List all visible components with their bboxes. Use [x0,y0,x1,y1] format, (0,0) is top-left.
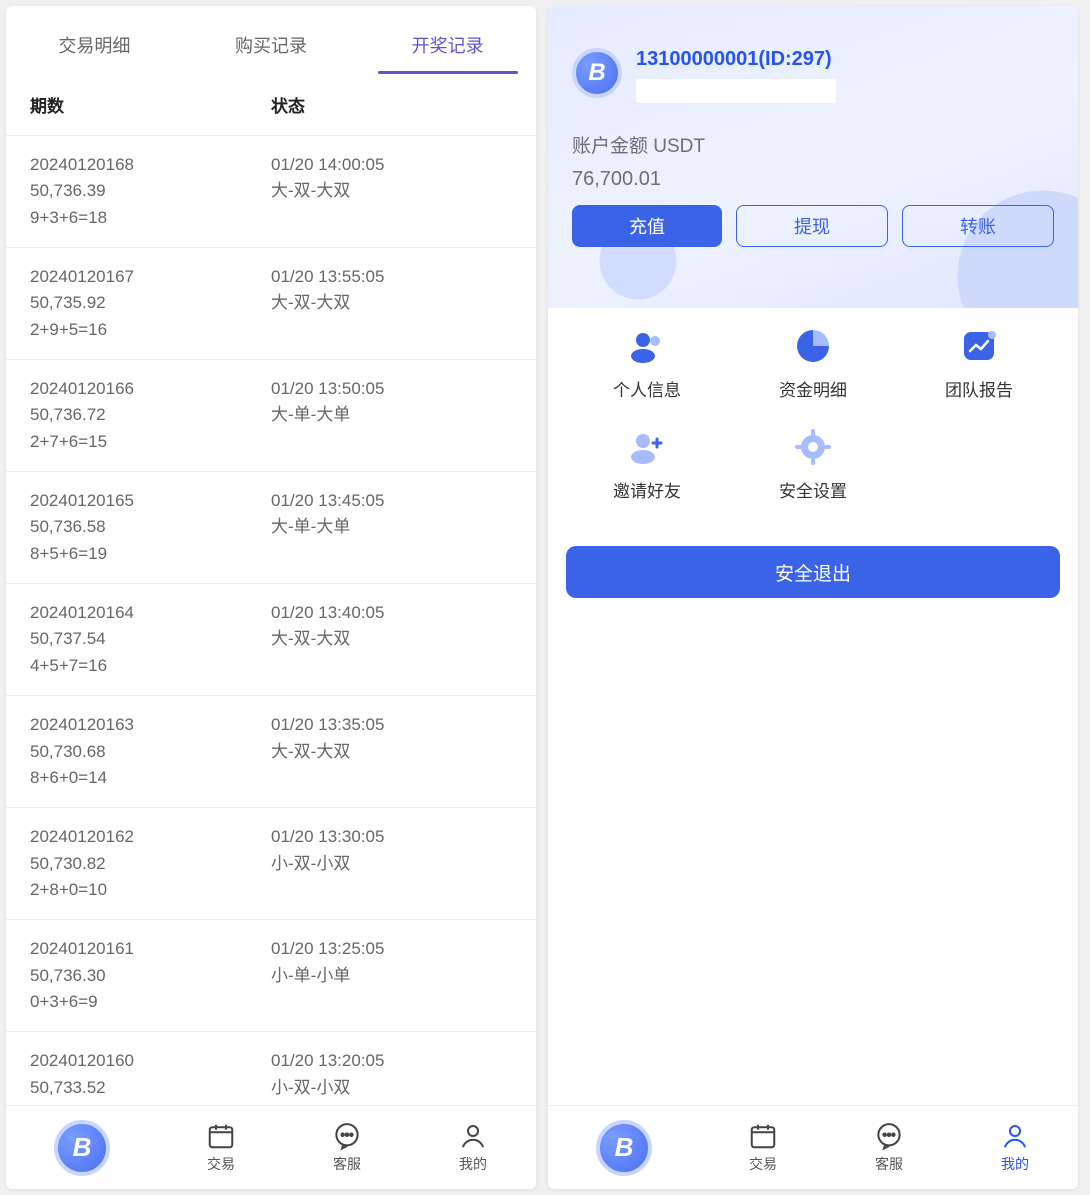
record-row[interactable]: 2024012016850,736.399+3+6=1801/20 14:00:… [6,136,536,248]
record-period: 2024012016750,735.922+9+5=16 [30,264,271,343]
profile-top: B 13100000001(ID:297) [572,48,1054,103]
records-header: 期数 状态 [6,74,536,136]
record-row[interactable]: 2024012016750,735.922+9+5=1601/20 13:55:… [6,248,536,360]
record-row[interactable]: 2024012016650,736.722+7+6=1501/20 13:50:… [6,360,536,472]
tab-trade-detail[interactable]: 交易明细 [54,18,134,74]
record-status: 01/20 13:50:05大-单-大单 [271,376,512,455]
profile-id-wrap: 13100000001(ID:297) [636,48,836,103]
chat-icon [874,1121,904,1151]
menu-security[interactable]: 安全设置 [730,427,896,502]
chart-icon [959,326,999,366]
gear-icon [793,427,833,467]
bitcoin-icon: B [572,48,622,98]
record-period: 2024012016450,737.544+5+7=16 [30,600,271,679]
chat-icon [332,1121,362,1151]
profile-icon [627,326,667,366]
record-period: 2024012016850,736.399+3+6=18 [30,152,271,231]
person-icon [458,1121,488,1151]
header-period: 期数 [30,92,271,117]
record-status: 01/20 13:45:05大-单-大单 [271,488,512,567]
left-phone: 交易明细 购买记录 开奖记录 期数 状态 2024012016850,736.3… [6,6,536,1189]
record-row[interactable]: 2024012016450,737.544+5+7=1601/20 13:40:… [6,584,536,696]
nav-mine-label: 我的 [459,1154,487,1174]
menu-invite-label: 邀请好友 [613,477,681,502]
record-status: 01/20 13:20:05小-双-小双 [271,1048,512,1105]
menu-team-label: 团队报告 [945,376,1013,401]
records-list[interactable]: 2024012016850,736.399+3+6=1801/20 14:00:… [6,136,536,1105]
record-status: 01/20 13:35:05大-双-大双 [271,712,512,791]
recharge-button[interactable]: 充值 [572,205,722,247]
withdraw-button[interactable]: 提现 [736,205,888,247]
menu-grid: 个人信息 资金明细 团队报告 邀请好友 安全设置 [548,308,1078,512]
calendar-icon [206,1121,236,1151]
bottom-nav-right: B 交易 客服 我的 [548,1105,1078,1189]
logout-button[interactable]: 安全退出 [566,546,1060,598]
piechart-icon [793,326,833,366]
calendar-icon [748,1121,778,1151]
nav-mine-label: 我的 [1001,1154,1029,1174]
menu-team[interactable]: 团队报告 [896,326,1062,401]
record-status: 01/20 13:25:05小-单-小单 [271,936,512,1015]
balance-label: 账户金额 USDT [572,131,1054,158]
nav-mine-left[interactable]: 我的 [458,1121,488,1174]
record-period: 2024012016250,730.822+8+0=10 [30,824,271,903]
record-row[interactable]: 2024012016150,736.300+3+6=901/20 13:25:0… [6,920,536,1032]
nav-trade-label: 交易 [749,1154,777,1174]
menu-profile[interactable]: 个人信息 [564,326,730,401]
balance-value: 76,700.01 [572,168,1054,191]
transfer-button[interactable]: 转账 [902,205,1054,247]
action-row: 充值 提现 转账 [572,205,1054,247]
menu-funds-label: 资金明细 [779,376,847,401]
bottom-nav-left: B 交易 客服 我的 [6,1105,536,1189]
id-white-box [636,79,836,103]
record-period: 2024012016650,736.722+7+6=15 [30,376,271,455]
nav-service-left[interactable]: 客服 [332,1121,362,1174]
record-status: 01/20 14:00:05大-双-大双 [271,152,512,231]
record-status: 01/20 13:40:05大-双-大双 [271,600,512,679]
nav-service-right[interactable]: 客服 [874,1121,904,1174]
record-row[interactable]: 2024012016550,736.588+5+6=1901/20 13:45:… [6,472,536,584]
profile-hero: B 13100000001(ID:297) 账户金额 USDT 76,700.0… [548,6,1078,308]
record-status: 01/20 13:55:05大-双-大双 [271,264,512,343]
invite-icon [627,427,667,467]
record-period: 2024012016150,736.300+3+6=9 [30,936,271,1015]
record-period: 2024012016550,736.588+5+6=19 [30,488,271,567]
nav-service-label: 客服 [333,1154,361,1174]
record-row[interactable]: 2024012016350,730.688+6+0=1401/20 13:35:… [6,696,536,808]
tab-purchase-record[interactable]: 购买记录 [231,18,311,74]
bitcoin-icon: B [54,1120,110,1176]
menu-funds[interactable]: 资金明细 [730,326,896,401]
right-phone: B 13100000001(ID:297) 账户金额 USDT 76,700.0… [548,6,1078,1189]
user-id-line: 13100000001(ID:297) [636,48,836,71]
tab-lottery-record[interactable]: 开奖记录 [408,18,488,74]
header-status: 状态 [271,92,512,117]
menu-security-label: 安全设置 [779,477,847,502]
menu-profile-label: 个人信息 [613,376,681,401]
top-tabs: 交易明细 购买记录 开奖记录 [6,6,536,74]
record-period: 2024012016350,730.688+6+0=14 [30,712,271,791]
nav-logo-right[interactable]: B [596,1120,652,1176]
spacer [548,598,1078,1105]
nav-trade-label: 交易 [207,1154,235,1174]
nav-logo-left[interactable]: B [54,1120,110,1176]
nav-trade-right[interactable]: 交易 [748,1121,778,1174]
record-status: 01/20 13:30:05小-双-小双 [271,824,512,903]
bitcoin-icon: B [596,1120,652,1176]
record-row[interactable]: 2024012016050,733.522+5+3=1001/20 13:20:… [6,1032,536,1105]
record-row[interactable]: 2024012016250,730.822+8+0=1001/20 13:30:… [6,808,536,920]
person-icon [1000,1121,1030,1151]
nav-mine-right[interactable]: 我的 [1000,1121,1030,1174]
menu-invite[interactable]: 邀请好友 [564,427,730,502]
nav-trade-left[interactable]: 交易 [206,1121,236,1174]
nav-service-label: 客服 [875,1154,903,1174]
record-period: 2024012016050,733.522+5+3=10 [30,1048,271,1105]
